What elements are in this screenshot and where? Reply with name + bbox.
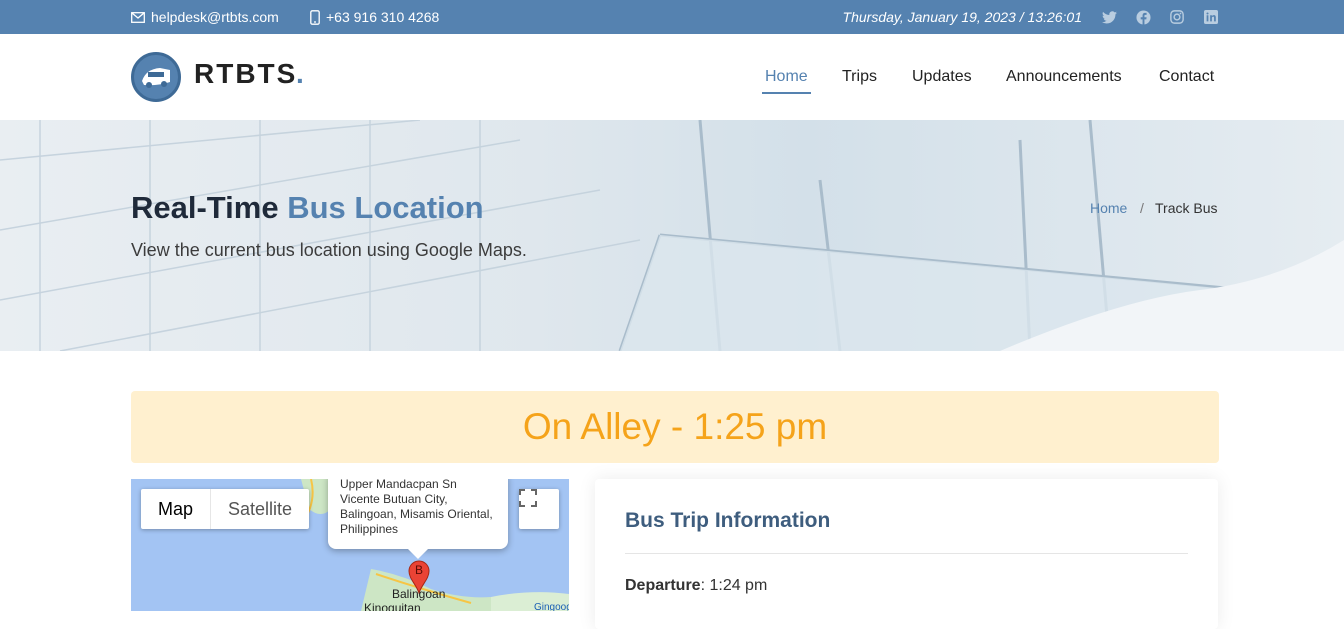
map-place-kinoguitan: Kinoguitan [364,601,421,611]
trip-departure-row: Departure: 1:24 pm [625,577,768,594]
page-title-main: Real-Time [131,190,279,225]
map-type-map-button[interactable]: Map [141,489,212,529]
page-title-accent: Bus Location [287,190,484,225]
current-datetime: Thursday, January 19, 2023 / 13:26:01 [842,9,1082,25]
nav-contact[interactable]: Contact [1159,68,1214,86]
bus-location-map[interactable]: Map Satellite Upper Mandacpan Sn Vicente… [131,479,569,611]
facebook-icon[interactable] [1132,6,1154,28]
bus-trip-info-card: Bus Trip Information Departure: 1:24 pm [595,479,1218,629]
page-title: Real-Time Bus Location [131,190,484,226]
breadcrumb-current: Track Bus [1155,200,1218,216]
phone-icon [310,9,320,25]
bus-status-banner: On Alley - 1:25 pm [131,391,1219,463]
breadcrumb-home[interactable]: Home [1090,200,1127,216]
page-subtitle: View the current bus location using Goog… [131,240,527,260]
nav-updates[interactable]: Updates [912,68,972,86]
nav-active-indicator [762,92,811,94]
map-type-control: Map Satellite [141,489,310,529]
phone-link[interactable]: +63 916 310 4268 [310,0,439,34]
linkedin-icon[interactable] [1200,6,1222,28]
top-bar: helpdesk@rtbts.com +63 916 310 4268 Thur… [0,0,1344,34]
phone-text: +63 916 310 4268 [326,9,440,25]
instagram-icon[interactable] [1166,6,1188,28]
email-text: helpdesk@rtbts.com [151,9,279,25]
envelope-icon [131,11,145,23]
twitter-icon[interactable] [1098,6,1120,28]
map-marker-letter: B [414,563,423,577]
map-type-satellite-button[interactable]: Satellite [211,489,309,529]
trip-info-divider [625,553,1188,554]
logo-dot: . [296,58,304,89]
nav-home[interactable]: Home [765,68,808,86]
map-place-gingoog: Gingoog [534,602,569,611]
departure-label: Departure [625,577,701,594]
map-info-popup[interactable]: Upper Mandacpan Sn Vicente Butuan City, … [328,479,508,559]
nav-trips[interactable]: Trips [842,68,877,86]
logo-text[interactable]: RTBTS [194,58,297,90]
breadcrumb-separator: / [1140,200,1144,216]
map-place-balingoan: Balingoan [392,587,446,601]
page-hero: Real-Time Bus Location View the current … [0,120,1344,351]
departure-value: 1:24 pm [709,577,768,594]
email-link[interactable]: helpdesk@rtbts.com [131,0,279,34]
map-popup-address: Upper Mandacpan Sn Vicente Butuan City, … [340,479,493,536]
fullscreen-button[interactable] [519,489,559,529]
logo-icon[interactable] [131,52,181,102]
trip-info-title: Bus Trip Information [625,509,831,532]
hero-background-image [0,120,1344,351]
site-header: RTBTS . Home Trips Updates Announcements… [0,34,1344,120]
fullscreen-icon [519,489,537,507]
nav-announcements[interactable]: Announcements [1006,68,1122,86]
